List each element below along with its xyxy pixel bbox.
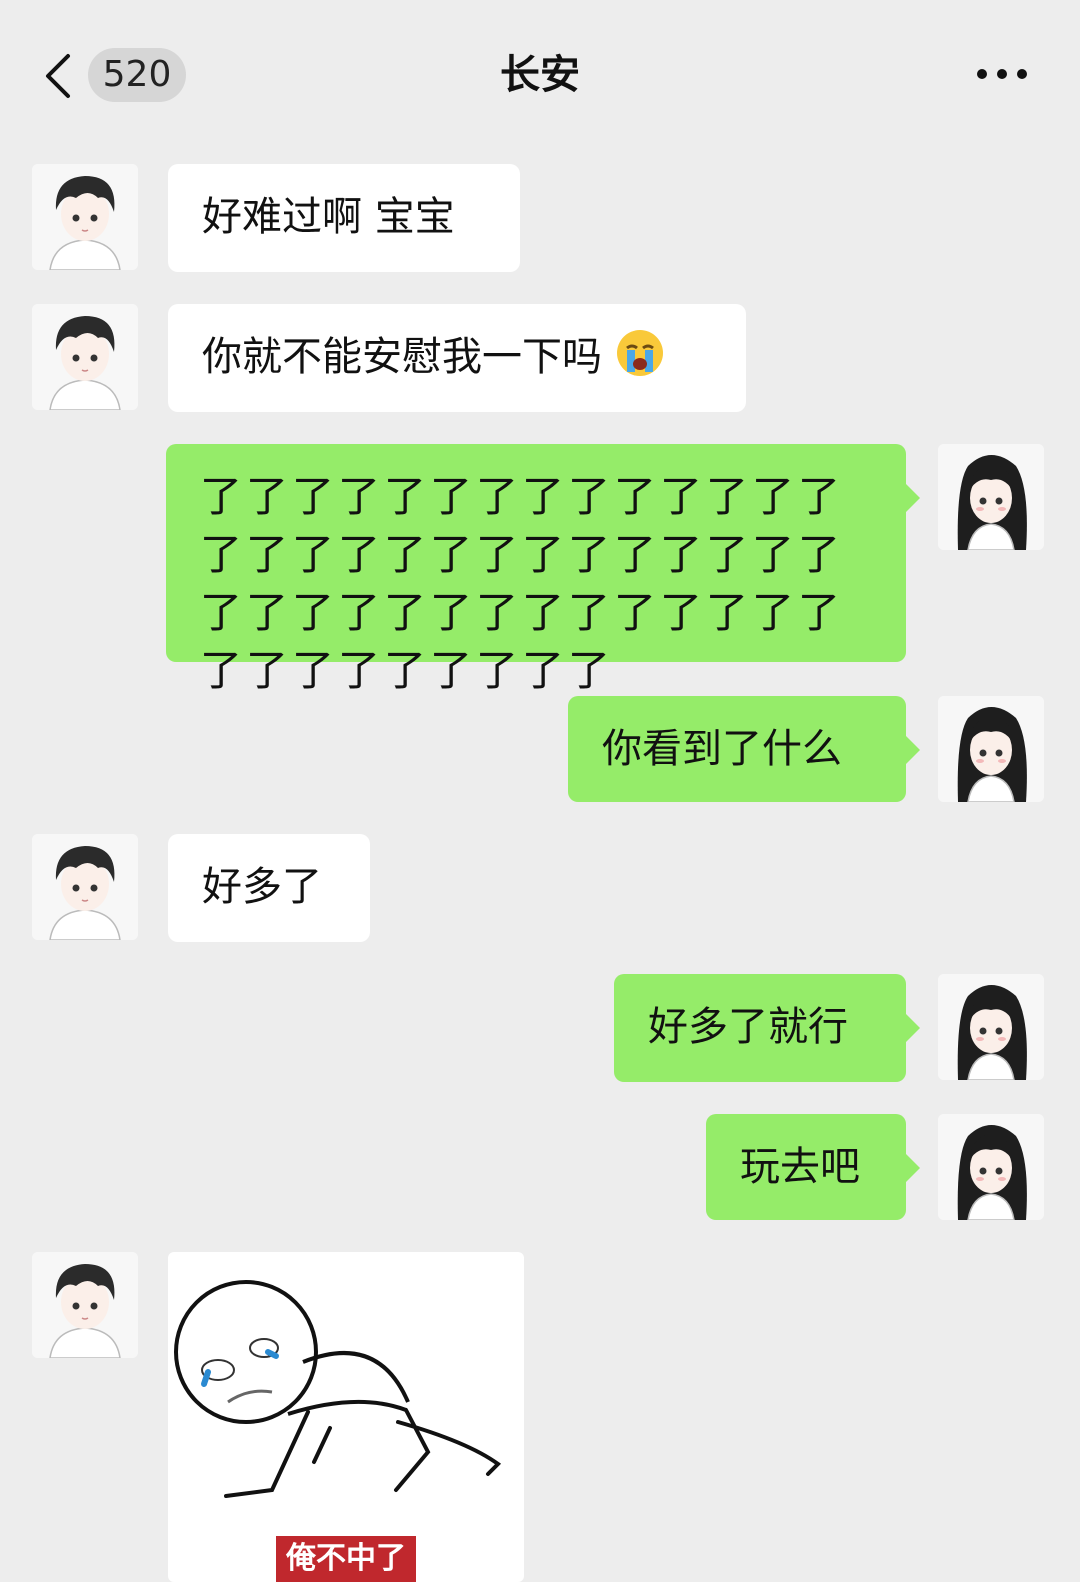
sticker-message[interactable]: 俺不中了 [168, 1252, 524, 1582]
message-text: 玩去吧 [740, 1144, 860, 1190]
girl-avatar-icon [938, 444, 1044, 550]
boy-avatar-icon [32, 304, 138, 410]
contact-avatar[interactable] [32, 834, 138, 940]
boy-avatar-icon [32, 834, 138, 940]
girl-avatar-icon [938, 1114, 1044, 1220]
boy-avatar-icon [32, 1252, 138, 1358]
message-bubble-outgoing[interactable]: 好多了就行 [614, 974, 920, 1082]
self-avatar[interactable] [938, 1114, 1044, 1220]
self-avatar[interactable] [938, 974, 1044, 1080]
chat-title: 长安 [500, 52, 580, 98]
self-avatar[interactable] [938, 444, 1044, 550]
self-avatar[interactable] [938, 696, 1044, 802]
crying-face-icon [616, 330, 663, 376]
crying-stickman-sticker-icon [174, 1280, 502, 1498]
message-text: 好难过啊 宝宝 [202, 194, 455, 240]
contact-avatar[interactable] [32, 164, 138, 270]
more-dots-icon[interactable] [976, 66, 1028, 82]
sticker-caption: 俺不中了 [276, 1536, 416, 1582]
boy-avatar-icon [32, 164, 138, 270]
message-bubble-outgoing[interactable]: 你看到了什么 [568, 696, 920, 802]
message-bubble-outgoing[interactable]: 玩去吧 [706, 1114, 920, 1220]
message-text: 你就不能安慰我一下吗 [202, 334, 602, 380]
contact-avatar[interactable] [32, 1252, 138, 1358]
girl-avatar-icon [938, 696, 1044, 802]
message-text: 好多了 [202, 864, 322, 910]
message-text: 好多了就行 [648, 1004, 848, 1050]
message-text: 了了了了了了了了了了了了了了了了了了了了了了了了了了了了了了了了了了了了了了了了… [200, 472, 845, 695]
chat-header: 520 长安 [0, 0, 1080, 150]
message-bubble-incoming[interactable]: 好难过啊 宝宝 [168, 164, 520, 272]
message-bubble-incoming[interactable]: 你就不能安慰我一下吗 [168, 304, 746, 412]
message-text: 你看到了什么 [602, 726, 842, 772]
message-bubble-incoming[interactable]: 好多了 [168, 834, 370, 942]
girl-avatar-icon [938, 974, 1044, 1080]
contact-avatar[interactable] [32, 304, 138, 410]
message-bubble-outgoing[interactable]: 了了了了了了了了了了了了了了了了了了了了了了了了了了了了了了了了了了了了了了了了… [166, 444, 920, 695]
